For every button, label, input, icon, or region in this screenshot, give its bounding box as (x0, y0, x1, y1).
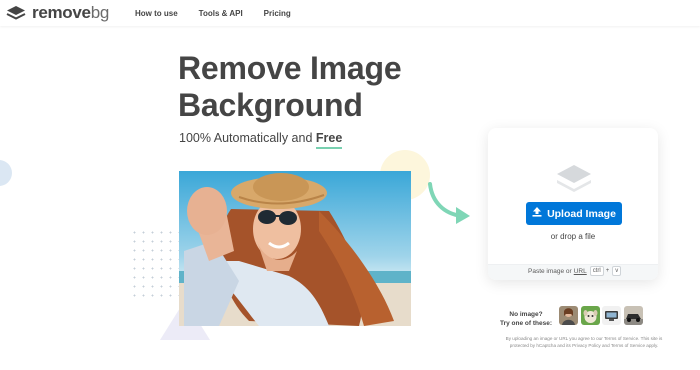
subtitle-free: Free (315, 131, 343, 145)
paste-url-link[interactable]: URL (574, 268, 587, 275)
decorative-dots (130, 228, 180, 298)
decorative-circle-left (0, 160, 12, 186)
upload-image-button[interactable]: Upload Image (526, 202, 622, 225)
sample-product[interactable] (602, 306, 621, 325)
page-subtitle: 100% Automatically and Free (179, 131, 342, 145)
kbd-ctrl: ctrl (589, 266, 604, 276)
sample-person[interactable] (559, 306, 578, 325)
sample-images (559, 306, 645, 325)
sample-prompt: No image? Try one of these: (500, 310, 552, 328)
sample-prompt-line-1: No image? (509, 311, 543, 318)
drop-file-text: or drop a file (550, 232, 596, 241)
main-nav: How to use Tools & API Pricing (135, 0, 312, 26)
hero-photo (179, 171, 411, 326)
nav-tools-api[interactable]: Tools & API (199, 9, 243, 18)
logo-text: removebg (32, 3, 109, 22)
site-header: removebg How to use Tools & API Pricing (0, 0, 700, 26)
upload-button-label: Upload Image (547, 207, 616, 220)
title-line-2: Background (178, 87, 363, 123)
layers-icon (554, 162, 594, 201)
subtitle-text: 100% Automatically and (179, 131, 316, 145)
paste-text: Paste image or (528, 267, 572, 275)
paste-url-row: Paste image or URL ctrl + v (528, 266, 622, 276)
upload-card[interactable]: Upload Image or drop a file (488, 128, 658, 280)
sample-animal[interactable] (580, 306, 600, 325)
nav-pricing[interactable]: Pricing (264, 9, 291, 18)
kbd-v: v (612, 266, 622, 276)
sample-car[interactable] (623, 306, 643, 325)
sample-prompt-line-2: Try one of these: (500, 320, 553, 327)
nav-how-to-use[interactable]: How to use (135, 9, 178, 18)
logo[interactable]: removebg (6, 3, 109, 22)
layers-logo-icon (6, 5, 26, 21)
arrow-decoration-icon (426, 180, 472, 233)
title-line-1: Remove Image (178, 50, 402, 86)
terms-notice: By uploading an image or URL you agree t… (505, 336, 663, 348)
kbd-plus: + (605, 268, 610, 274)
upload-icon (532, 207, 547, 220)
page-title: Remove Image Background (178, 50, 438, 124)
